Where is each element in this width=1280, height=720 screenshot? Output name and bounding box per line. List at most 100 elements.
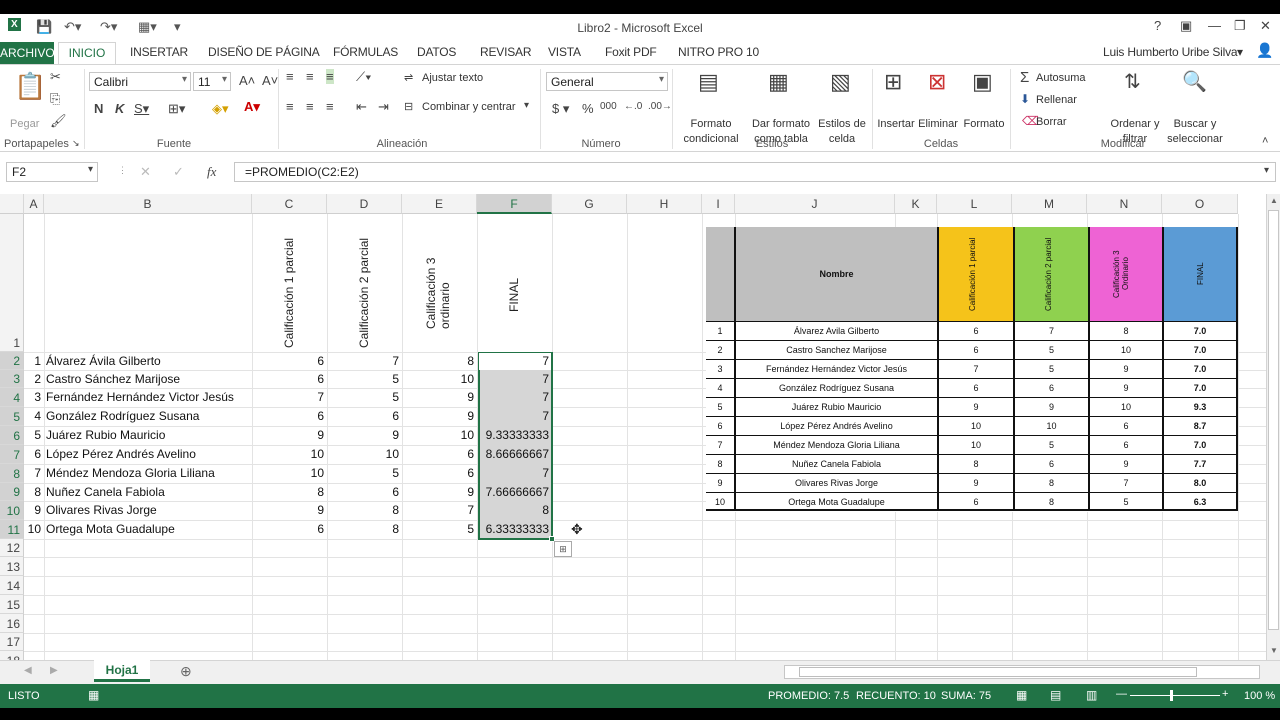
cell-c[interactable]: 10	[252, 445, 327, 463]
find-select-label1[interactable]: Buscar y	[1164, 117, 1226, 132]
cell-c[interactable]: 6	[252, 520, 327, 538]
tab-datos[interactable]: DATOS	[417, 45, 456, 59]
sheet-tab-hoja1[interactable]: Hoja1	[94, 660, 150, 682]
autosum-icon[interactable]: Σ	[1020, 69, 1029, 86]
fill-color-icon[interactable]: ◈▾	[212, 101, 229, 117]
sort-filter-icon[interactable]: ⇅	[1124, 69, 1141, 94]
format-as-table-label1[interactable]: Dar formato	[748, 117, 814, 132]
enter-icon[interactable]: ✓	[173, 164, 184, 180]
row-header-12[interactable]: 12	[0, 539, 24, 557]
row-header-9[interactable]: 9	[0, 483, 24, 501]
autosum-button[interactable]: Autosuma	[1036, 71, 1086, 86]
cell-c[interactable]: 6	[252, 407, 327, 425]
vertical-scrollbar[interactable]: ▲ ▼	[1266, 194, 1280, 660]
cell-e[interactable]: 10	[402, 426, 477, 444]
cell-e[interactable]: 9	[402, 483, 477, 501]
increase-decimal-icon[interactable]: ←.0	[624, 101, 642, 112]
zoom-level[interactable]: 100 %	[1244, 690, 1275, 702]
tab-foxit[interactable]: Foxit PDF	[605, 45, 657, 59]
cell-c[interactable]: 9	[252, 501, 327, 519]
cell-b[interactable]: Nuñez Canela Fabiola	[46, 483, 286, 501]
cell-e[interactable]: 7	[402, 501, 477, 519]
tab-insertar[interactable]: INSERTAR	[130, 45, 188, 59]
horizontal-scrollbar[interactable]	[784, 665, 1260, 679]
cell-f[interactable]: 7	[477, 464, 552, 482]
cell-e[interactable]: 6	[402, 464, 477, 482]
clear-button[interactable]: Borrar	[1036, 115, 1067, 130]
cell-f[interactable]: 8	[477, 501, 552, 519]
format-cells-label[interactable]: Formato	[962, 117, 1006, 132]
zoom-in-icon[interactable]: +	[1222, 688, 1228, 700]
prev-sheet-icon[interactable]: ◀	[24, 665, 32, 676]
cell-b[interactable]: López Pérez Andrés Avelino	[46, 445, 286, 463]
row-header-10[interactable]: 10	[0, 501, 24, 520]
align-left-icon[interactable]: ≡	[286, 99, 294, 114]
cell-a[interactable]: 1	[24, 352, 44, 370]
scroll-up-icon[interactable]: ▲	[1270, 196, 1278, 205]
cell-e[interactable]: 5	[402, 520, 477, 538]
cell-a[interactable]: 6	[24, 445, 44, 463]
cell-d[interactable]: 8	[327, 501, 402, 519]
cell-e[interactable]: 10	[402, 370, 477, 388]
next-sheet-icon[interactable]: ▶	[50, 665, 58, 676]
fill-button[interactable]: Rellenar	[1036, 93, 1077, 108]
cell-f[interactable]: 7	[477, 370, 552, 388]
select-all-corner[interactable]	[0, 194, 24, 214]
conditional-format-icon[interactable]: ▤	[698, 69, 719, 95]
ribbon-display-icon[interactable]: ▣	[1180, 18, 1192, 34]
currency-icon[interactable]: $ ▾	[552, 101, 569, 117]
cell-c[interactable]: 6	[252, 352, 327, 370]
column-header-n[interactable]: N	[1087, 194, 1162, 214]
cell-f[interactable]: 7	[477, 388, 552, 406]
column-header-l[interactable]: L	[937, 194, 1012, 214]
collapse-ribbon-icon[interactable]: ˄	[1262, 135, 1268, 147]
cell-d[interactable]: 5	[327, 388, 402, 406]
cell-d[interactable]: 5	[327, 464, 402, 482]
grow-font-icon[interactable]: A˄	[239, 73, 255, 88]
cell-b[interactable]: González Rodríguez Susana	[46, 407, 286, 425]
shrink-font-icon[interactable]: A˅	[262, 73, 278, 88]
format-painter-icon[interactable]: 🖌	[50, 113, 67, 129]
cell-b[interactable]: Fernández Hernández Victor Jesús	[46, 388, 286, 406]
cell-f[interactable]: 8.66666667	[477, 445, 552, 463]
user-avatar[interactable]: 👤	[1256, 42, 1273, 59]
row-header-1[interactable]: 1	[0, 214, 24, 352]
italic-icon[interactable]: K	[115, 101, 124, 116]
tab-archivo[interactable]: ARCHIVO	[0, 42, 55, 64]
vertical-scroll-thumb[interactable]	[1268, 210, 1279, 630]
cell-a[interactable]: 3	[24, 388, 44, 406]
cell-e[interactable]: 9	[402, 407, 477, 425]
user-dropdown-icon[interactable]: ▾	[1237, 45, 1243, 59]
find-select-icon[interactable]: 🔍	[1182, 69, 1207, 94]
cell-f[interactable]: 7	[477, 352, 552, 370]
format-as-table-icon[interactable]: ▦	[768, 69, 789, 95]
cell-c[interactable]: 7	[252, 388, 327, 406]
cell-d[interactable]: 5	[327, 370, 402, 388]
column-header-f[interactable]: F	[477, 194, 552, 214]
column-header-c[interactable]: C	[252, 194, 327, 214]
row-header-2[interactable]: 2	[0, 352, 24, 370]
cell-f[interactable]: 7	[477, 407, 552, 425]
cell-b[interactable]: Olivares Rivas Jorge	[46, 501, 286, 519]
zoom-out-icon[interactable]: —	[1116, 688, 1127, 700]
delete-cells-icon[interactable]: ⊠	[928, 69, 946, 95]
cell-d[interactable]: 10	[327, 445, 402, 463]
cell-a[interactable]: 5	[24, 426, 44, 444]
delete-cells-label[interactable]: Eliminar	[916, 117, 960, 132]
cell-f[interactable]: 7.66666667	[477, 483, 552, 501]
font-size-combo[interactable]: 11	[193, 72, 231, 91]
sort-filter-label1[interactable]: Ordenar y	[1104, 117, 1166, 132]
decrease-decimal-icon[interactable]: .00→	[648, 101, 672, 112]
row-header-6[interactable]: 6	[0, 426, 24, 445]
cell-c[interactable]: 6	[252, 370, 327, 388]
column-header-k[interactable]: K	[895, 194, 937, 214]
quick-analysis-icon[interactable]: ⊞	[554, 541, 572, 557]
wrap-text-icon[interactable]: ⇌	[404, 71, 413, 84]
cell-e[interactable]: 8	[402, 352, 477, 370]
cell-a[interactable]: 10	[24, 520, 44, 538]
cell-styles-label1[interactable]: Estilos de	[814, 117, 870, 132]
percent-icon[interactable]: %	[582, 101, 594, 116]
cell-c[interactable]: 10	[252, 464, 327, 482]
column-header-g[interactable]: G	[552, 194, 627, 214]
row-header-14[interactable]: 14	[0, 576, 24, 595]
